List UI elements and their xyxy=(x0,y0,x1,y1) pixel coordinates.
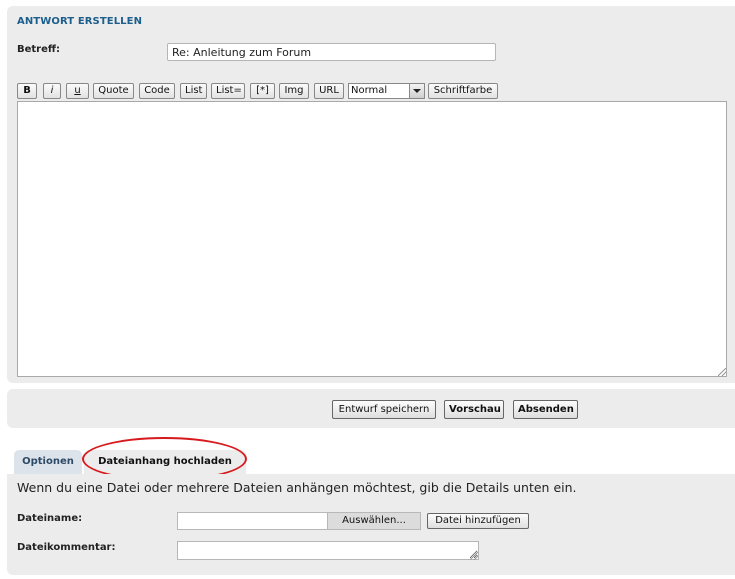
filename-label: Dateiname: xyxy=(17,513,83,524)
attachment-info-text: Wenn du eine Datei oder mehrere Dateien … xyxy=(17,480,577,495)
page-title: Antwort erstellen xyxy=(17,16,143,27)
file-comment-input[interactable] xyxy=(177,541,479,560)
url-button[interactable]: URL xyxy=(314,83,344,99)
resize-grip-icon[interactable] xyxy=(470,552,478,560)
subject-label: Betreff: xyxy=(17,44,60,55)
font-size-select[interactable]: Normal xyxy=(348,83,425,99)
add-file-button[interactable]: Datei hinzufügen xyxy=(427,513,529,529)
save-draft-button[interactable]: Entwurf speichern xyxy=(332,400,436,419)
list-ordered-button[interactable]: List= xyxy=(211,83,245,99)
preview-button[interactable]: Vorschau xyxy=(444,400,504,419)
attachment-panel: Wenn du eine Datei oder mehrere Dateien … xyxy=(7,474,735,575)
quote-button[interactable]: Quote xyxy=(93,83,134,99)
img-button[interactable]: Img xyxy=(279,83,309,99)
code-button[interactable]: Code xyxy=(139,83,175,99)
list-button[interactable]: List xyxy=(180,83,207,99)
message-textarea[interactable] xyxy=(17,101,727,377)
underline-button[interactable]: u xyxy=(66,83,89,99)
actions-panel: Entwurf speichern Vorschau Absenden xyxy=(7,389,735,428)
subject-input[interactable] xyxy=(167,43,496,61)
bold-button[interactable]: B xyxy=(17,83,37,99)
tab-upload-attachment[interactable]: Dateianhang hochladen xyxy=(84,450,246,474)
resize-grip-icon[interactable] xyxy=(718,368,726,376)
submit-button[interactable]: Absenden xyxy=(513,400,578,419)
list-item-button[interactable]: [*] xyxy=(250,83,275,99)
font-size-value: Normal xyxy=(351,85,388,96)
file-input[interactable]: Auswählen... xyxy=(177,512,421,530)
file-comment-label: Dateikommentar: xyxy=(17,542,116,553)
file-choose-button[interactable]: Auswählen... xyxy=(327,513,420,529)
italic-button[interactable]: i xyxy=(43,83,61,99)
chevron-down-icon[interactable] xyxy=(409,84,424,98)
tab-options[interactable]: Optionen xyxy=(14,450,82,474)
font-color-button[interactable]: Schriftfarbe xyxy=(428,83,498,99)
compose-panel: Antwort erstellen Betreff: B i u Quote C… xyxy=(7,6,735,383)
